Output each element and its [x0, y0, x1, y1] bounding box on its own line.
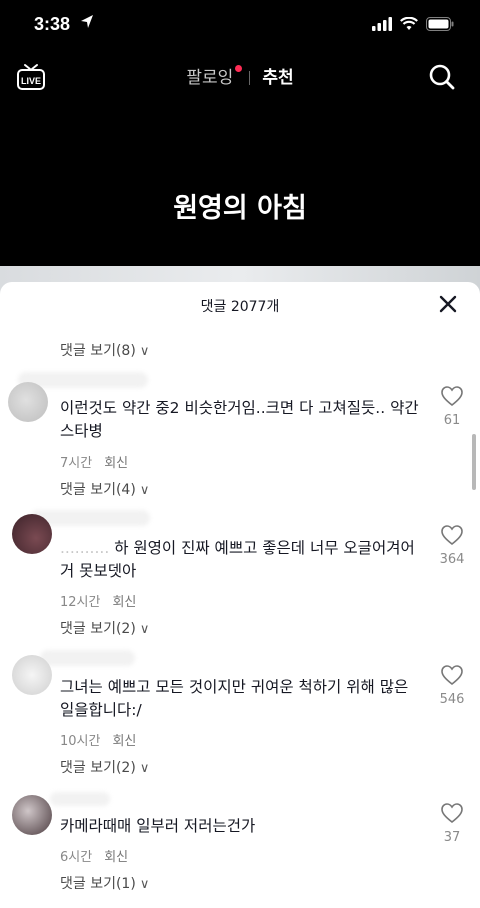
comment-text: 그녀는 예쁘고 모든 것이지만 귀여운 척하기 위해 많은 일을합니다:/: [60, 678, 409, 719]
comment-meta: 6시간 회신: [60, 846, 128, 865]
view-replies-button[interactable]: 댓글 보기(2) ∨: [60, 757, 149, 777]
heart-icon: [441, 386, 463, 407]
comment-time: 12시간: [60, 595, 101, 610]
comments-sheet: 댓글 2077개 댓글 보기(8) ∨ 이런것도 약간 중2 비슷한거임..크면 …: [0, 282, 480, 908]
avatar[interactable]: [8, 382, 48, 422]
battery-icon: [426, 16, 454, 35]
reply-button[interactable]: 회신: [104, 850, 128, 865]
comment-text: 이런것도 약간 중2 비슷한거임..크면 다 고쳐질듯.. 약간 스타병: [60, 399, 419, 440]
top-nav: LIVE 팔로잉 추천: [0, 50, 480, 110]
mention: ..........: [60, 539, 110, 557]
tab-recommended[interactable]: 추천: [262, 68, 293, 88]
scrollbar[interactable]: [472, 434, 476, 490]
heart-icon: [441, 803, 463, 824]
reply-button[interactable]: 회신: [112, 595, 136, 610]
comment-meta: 12시간 회신: [60, 591, 136, 610]
comment-text: .......... 하 원영이 진짜 예쁘고 좋은데 너무 오글어겨어거 못보…: [60, 539, 415, 580]
view-replies-button[interactable]: 댓글 보기(1) ∨: [60, 873, 149, 893]
redacted-username: [50, 792, 110, 806]
comment-count: 댓글 2077개: [200, 299, 280, 315]
comment-time: 10시간: [60, 734, 101, 749]
like-count: 37: [443, 830, 461, 845]
comment-text: 카메라때매 일부러 저러는건가: [60, 817, 256, 835]
signal-icon: [372, 16, 392, 35]
comment-meta: 7시간 회신: [60, 452, 128, 471]
close-icon[interactable]: [438, 294, 458, 318]
avatar[interactable]: [12, 655, 52, 695]
clock: 3:38: [34, 14, 71, 34]
comments-header: 댓글 2077개: [0, 282, 480, 326]
tab-following[interactable]: 팔로잉: [186, 65, 243, 88]
location-arrow-icon: [80, 14, 94, 34]
like-button[interactable]: 61: [434, 385, 470, 428]
notification-dot: [235, 65, 243, 72]
chevron-down-icon: ∨: [139, 877, 150, 892]
chevron-down-icon: ∨: [139, 622, 150, 637]
like-count: 61: [443, 413, 461, 428]
avatar[interactable]: [12, 514, 52, 554]
wifi-icon: [400, 16, 418, 35]
search-icon[interactable]: [428, 63, 456, 95]
comment-meta: 10시간 회신: [60, 730, 136, 749]
like-count: 364: [439, 552, 465, 567]
reply-button[interactable]: 회신: [104, 456, 128, 471]
reply-button[interactable]: 회신: [112, 734, 136, 749]
chevron-down-icon: ∨: [139, 483, 150, 498]
status-bar: 3:38: [0, 0, 480, 50]
like-button[interactable]: 37: [434, 802, 470, 845]
view-replies-button[interactable]: 댓글 보기(2) ∨: [60, 618, 149, 638]
like-button[interactable]: 546: [434, 664, 470, 707]
heart-icon: [441, 665, 463, 686]
tab-divider: [249, 71, 251, 85]
heart-icon: [441, 525, 463, 546]
chevron-down-icon: ∨: [139, 761, 150, 776]
view-replies-button[interactable]: 댓글 보기(8) ∨: [60, 340, 149, 360]
chevron-down-icon: ∨: [139, 344, 150, 359]
avatar[interactable]: [12, 795, 52, 835]
like-button[interactable]: 364: [434, 524, 470, 567]
like-count: 546: [439, 692, 465, 707]
redacted-username: [40, 650, 135, 666]
comment-time: 7시간: [60, 456, 93, 471]
video-caption: 원영의 아침: [173, 193, 307, 224]
view-replies-button[interactable]: 댓글 보기(4) ∨: [60, 479, 149, 499]
comment-time: 6시간: [60, 850, 93, 865]
